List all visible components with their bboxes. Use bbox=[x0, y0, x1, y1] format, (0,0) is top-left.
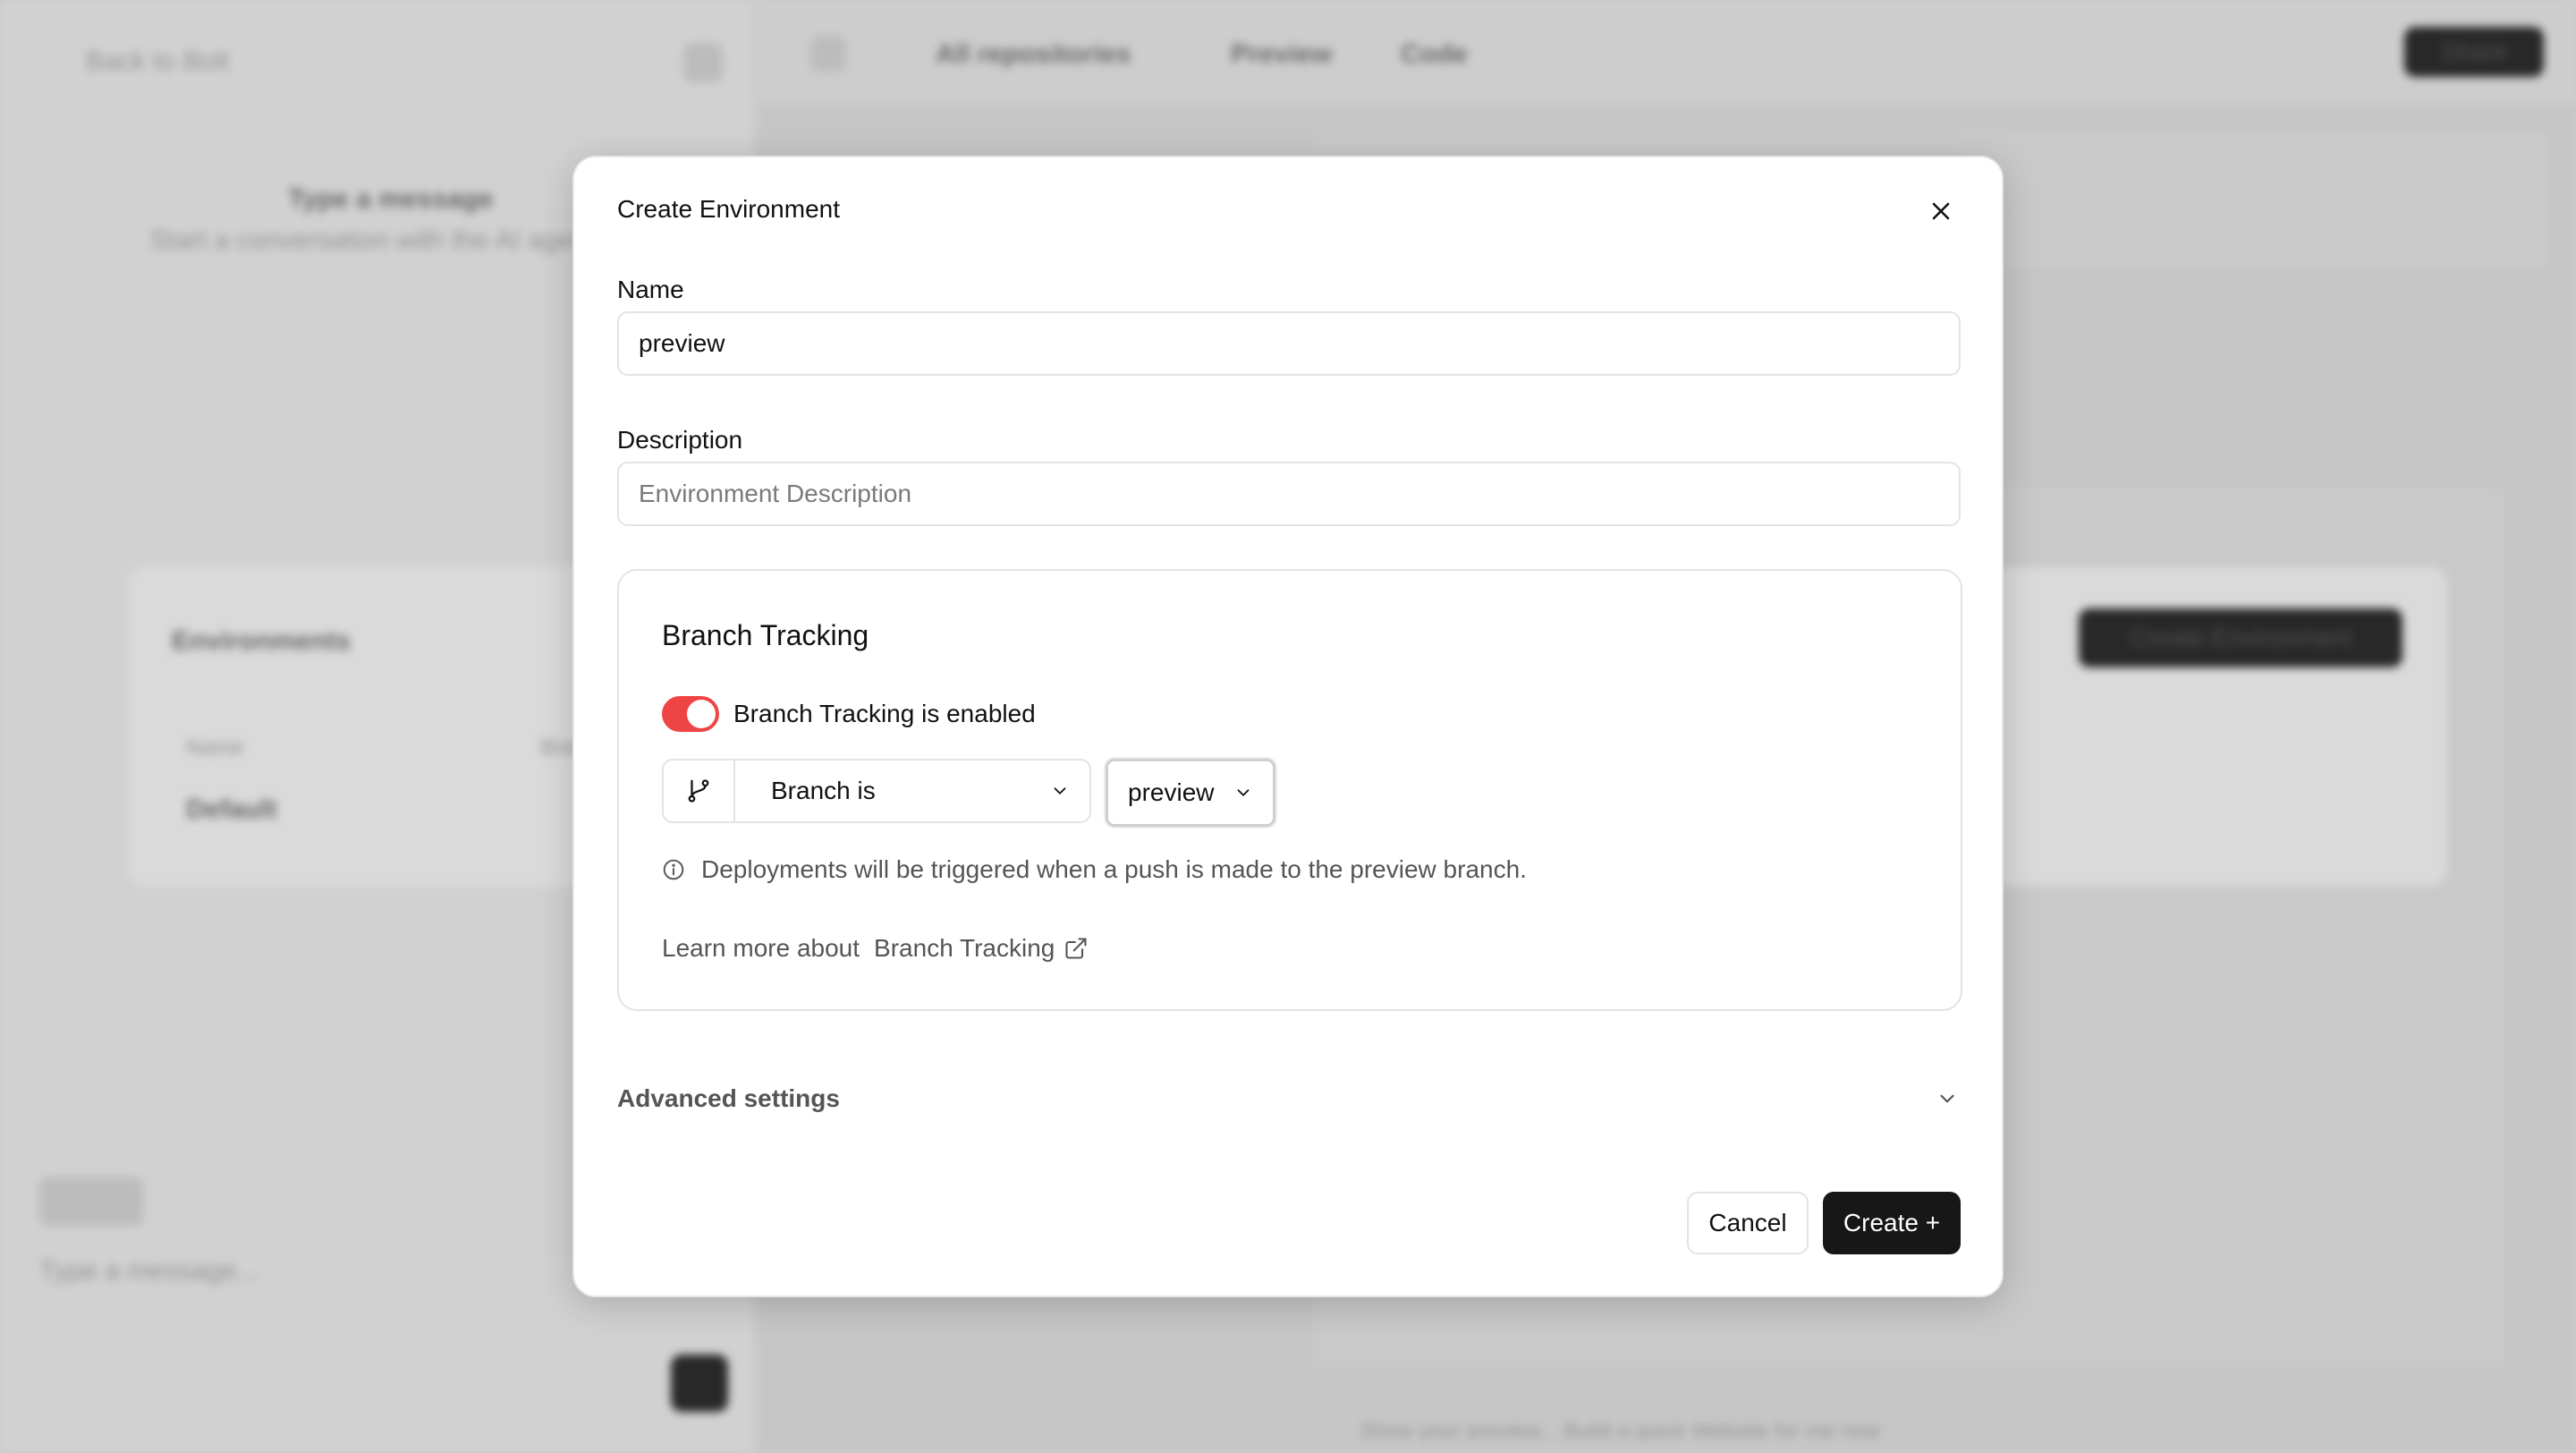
branch-tracking-docs-link[interactable]: Branch Tracking bbox=[874, 934, 1089, 963]
branch-condition-select[interactable]: Branch is bbox=[735, 760, 1089, 821]
git-branch-icon bbox=[688, 779, 709, 803]
branch-tracking-title: Branch Tracking bbox=[662, 619, 869, 651]
name-input[interactable] bbox=[617, 311, 1961, 376]
learn-more-row: Learn more about Branch Tracking bbox=[662, 934, 1089, 963]
branch-tracking-toggle[interactable] bbox=[662, 696, 719, 732]
branch-tracking-toggle-label: Branch Tracking is enabled bbox=[733, 700, 1036, 727]
chevron-down-icon bbox=[1054, 787, 1066, 794]
advanced-settings-label: Advanced settings bbox=[617, 1084, 840, 1112]
toggle-knob bbox=[687, 700, 716, 728]
dialog-title: Create Environment bbox=[617, 195, 841, 223]
learn-more-link-text: Branch Tracking bbox=[874, 934, 1055, 962]
external-link-icon bbox=[1065, 938, 1087, 959]
branch-value-select[interactable]: preview bbox=[1106, 759, 1275, 827]
learn-more-prefix: Learn more about bbox=[662, 934, 860, 962]
create-button[interactable]: Create + bbox=[1823, 1192, 1961, 1254]
branch-condition-value: Branch is bbox=[771, 777, 876, 804]
description-input[interactable] bbox=[617, 462, 1961, 526]
branch-tracking-card: Branch Tracking Branch Tracking is enabl… bbox=[617, 569, 1962, 1011]
close-button[interactable] bbox=[1923, 193, 1959, 229]
close-icon bbox=[1932, 202, 1950, 220]
description-label: Description bbox=[617, 426, 743, 454]
branch-info-text: Deployments will be triggered when a pus… bbox=[701, 855, 1527, 883]
create-environment-dialog: Create Environment Name Description Bran… bbox=[572, 156, 2004, 1297]
name-label: Name bbox=[617, 276, 684, 303]
chevron-down-icon bbox=[1237, 789, 1250, 796]
branch-info: Deployments will be triggered when a pus… bbox=[662, 855, 1527, 884]
branch-condition-group: Branch is bbox=[662, 759, 1091, 823]
branch-icon-box bbox=[664, 760, 735, 821]
cancel-button[interactable]: Cancel bbox=[1687, 1192, 1809, 1254]
advanced-settings-toggle[interactable]: Advanced settings bbox=[617, 1084, 1959, 1113]
info-icon bbox=[663, 859, 684, 880]
chevron-down-icon bbox=[1940, 1094, 1954, 1103]
branch-value: preview bbox=[1128, 778, 1215, 806]
